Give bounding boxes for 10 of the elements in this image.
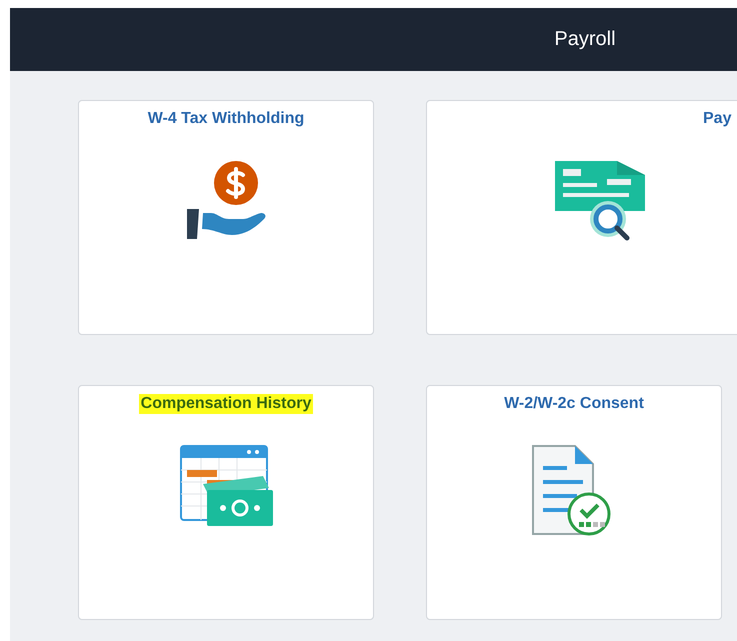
calendar-money-icon xyxy=(178,444,274,529)
tile-title: Pay xyxy=(702,109,732,129)
tile-card[interactable]: W-2/W-2c Consent xyxy=(426,385,722,620)
page-title: Payroll xyxy=(554,28,616,51)
tile-card[interactable]: Compensation History xyxy=(78,385,374,620)
tile-title: Compensation History xyxy=(138,394,314,414)
tile-card[interactable]: Pay xyxy=(426,100,737,335)
tile-card[interactable]: W-4 Tax Withholding xyxy=(78,100,374,335)
tile-title: W-2/W-2c Consent xyxy=(503,394,645,414)
tile-title: W-4 Tax Withholding xyxy=(146,109,306,129)
